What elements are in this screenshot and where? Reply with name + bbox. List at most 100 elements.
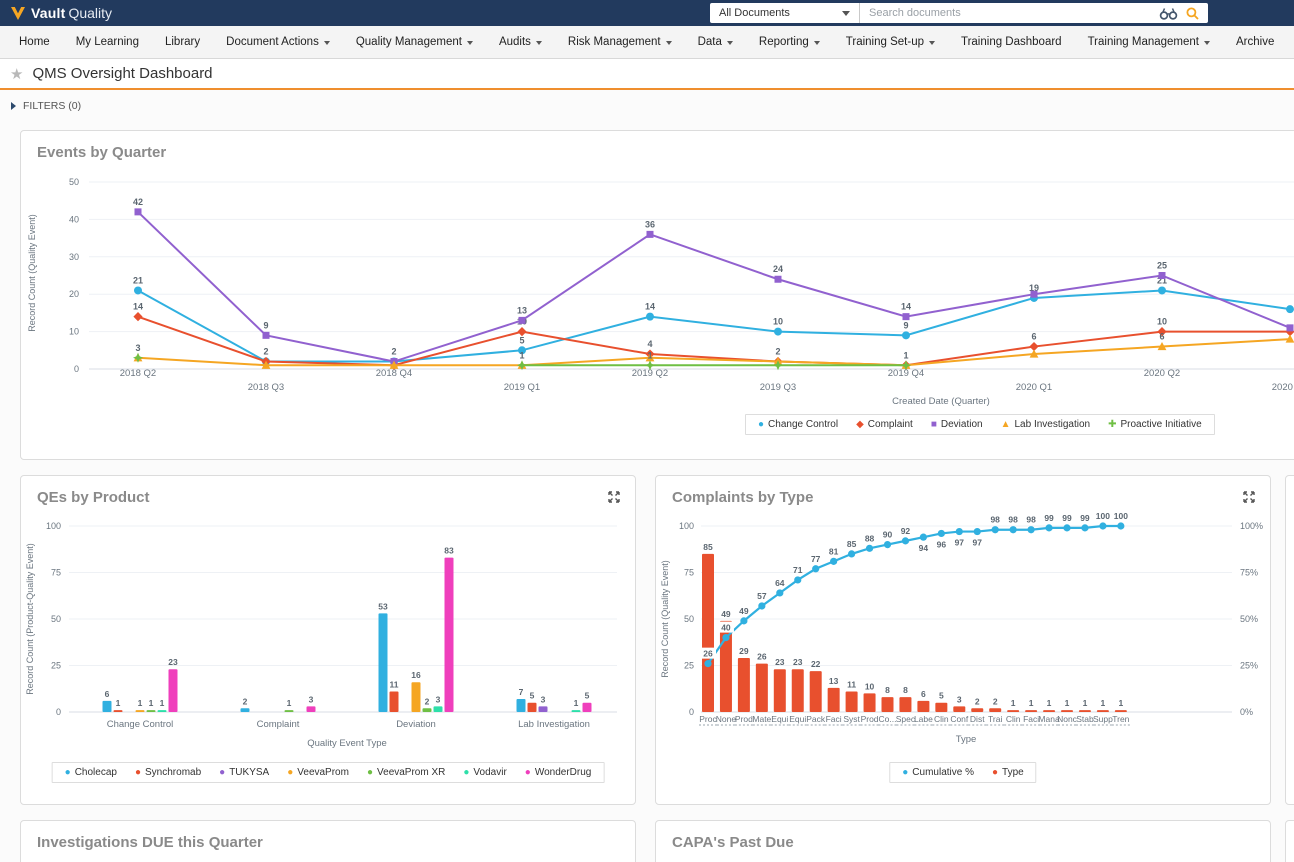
expand-icon[interactable] <box>606 489 622 505</box>
svg-text:10: 10 <box>773 317 783 327</box>
menu-item-training-management[interactable]: Training Management <box>1075 26 1223 58</box>
legend-item-lab-investigation[interactable]: ▲Lab Investigation <box>1001 419 1091 430</box>
legend-item-wonderdrug[interactable]: ●WonderDrug <box>525 767 592 778</box>
legend-item-tukysa[interactable]: ●TUKYSA <box>219 767 269 778</box>
svg-text:11: 11 <box>847 680 856 690</box>
legend-label: Change Control <box>768 419 838 430</box>
menu-item-label: Risk Management <box>568 36 661 48</box>
svg-text:96: 96 <box>937 539 947 549</box>
menu-item-library[interactable]: Library <box>152 26 213 58</box>
svg-text:Faci: Faci <box>1023 714 1039 724</box>
svg-text:Change Control: Change Control <box>107 719 174 730</box>
top-navbar: Vault Quality All Documents <box>0 0 1294 26</box>
svg-text:4: 4 <box>647 339 652 349</box>
events-by-quarter-card: Events by Quarter 010203040502018 Q22018… <box>20 130 1294 460</box>
svg-text:22: 22 <box>811 659 821 669</box>
circle-icon: ● <box>758 420 764 430</box>
search-input[interactable] <box>860 3 1159 23</box>
search-icon[interactable] <box>1186 7 1199 20</box>
legend-label: Vodavir <box>473 767 506 778</box>
legend-item-veevaprom[interactable]: ●VeevaProm <box>287 767 349 778</box>
menu-item-quality-management[interactable]: Quality Management <box>343 26 486 58</box>
vault-logo[interactable]: Vault Quality <box>10 0 112 26</box>
svg-text:10: 10 <box>865 681 875 691</box>
svg-text:2018 Q3: 2018 Q3 <box>248 382 284 393</box>
panel-title: Investigations DUE this Quarter <box>21 821 635 851</box>
global-search: All Documents <box>710 3 1208 23</box>
menu-item-my-learning[interactable]: My Learning <box>63 26 152 58</box>
legend-item-cholecap[interactable]: ●Cholecap <box>65 767 117 778</box>
menu-item-label: Training Dashboard <box>961 36 1062 48</box>
diamond-icon: ◆ <box>856 420 864 430</box>
svg-text:3: 3 <box>957 694 962 704</box>
menu-item-training-dashboard[interactable]: Training Dashboard <box>948 26 1075 58</box>
binoculars-icon[interactable] <box>1159 7 1178 20</box>
svg-text:Prod: Prod <box>861 714 879 724</box>
legend-item-proactive-initiative[interactable]: ✚Proactive Initiative <box>1108 419 1202 430</box>
svg-text:Conf: Conf <box>950 714 969 724</box>
chevron-down-icon <box>324 41 330 45</box>
menu-item-label: Audits <box>499 36 531 48</box>
svg-text:6: 6 <box>105 689 110 699</box>
svg-text:14: 14 <box>901 302 911 312</box>
favorite-star-icon[interactable]: ★ <box>10 65 23 83</box>
svg-text:0%: 0% <box>1240 707 1253 717</box>
menu-item-data[interactable]: Data <box>685 26 746 58</box>
legend-item-synchromab[interactable]: ●Synchromab <box>135 767 201 778</box>
svg-text:85: 85 <box>847 539 857 549</box>
svg-text:Record Count (Quality Event): Record Count (Quality Event) <box>27 214 37 332</box>
events-chart-legend: ● Change Control ◆Complaint ■Deviation ▲Lab … <box>745 414 1215 435</box>
search-scope-select[interactable]: All Documents <box>710 3 860 23</box>
svg-text:None: None <box>716 714 737 724</box>
svg-text:75: 75 <box>51 568 61 578</box>
menu-item-audits[interactable]: Audits <box>486 26 555 58</box>
svg-text:3: 3 <box>436 694 441 704</box>
filters-toggle[interactable]: FILTERS (0) <box>0 92 81 120</box>
svg-text:24: 24 <box>773 264 783 274</box>
svg-text:83: 83 <box>444 546 454 556</box>
circle-icon: ● <box>135 768 141 778</box>
menu-item-risk-management[interactable]: Risk Management <box>555 26 685 58</box>
svg-text:81: 81 <box>829 546 839 556</box>
svg-text:100: 100 <box>46 521 61 531</box>
star-icon: ✚ <box>1108 420 1116 430</box>
svg-text:75: 75 <box>684 568 694 578</box>
svg-text:2019 Q3: 2019 Q3 <box>760 382 796 393</box>
menu-item-home[interactable]: Home <box>6 26 63 58</box>
menu-item-label: Document Actions <box>226 36 319 48</box>
legend-item-type[interactable]: ●Type <box>992 767 1024 778</box>
chevron-down-icon <box>814 41 820 45</box>
menu-item-label: Home <box>19 36 50 48</box>
legend-item-change-control[interactable]: ● Change Control <box>758 419 838 430</box>
chart-title: QEs by Product <box>21 476 635 506</box>
svg-text:2020 Q3: 2020 Q3 <box>1272 382 1294 393</box>
svg-text:98: 98 <box>1026 515 1036 525</box>
svg-text:2018 Q2: 2018 Q2 <box>120 368 156 379</box>
legend-item-complaint[interactable]: ◆Complaint <box>856 419 913 430</box>
menu-item-label: Data <box>698 36 722 48</box>
menu-item-archive[interactable]: Archive <box>1223 26 1287 58</box>
svg-text:5: 5 <box>530 691 535 701</box>
qes-by-product-card: QEs by Product 0255075100Change ControlC… <box>20 475 636 805</box>
svg-text:6: 6 <box>921 689 926 699</box>
svg-text:Deviation: Deviation <box>396 719 436 730</box>
investigations-due-card: Investigations DUE this Quarter <box>20 820 636 862</box>
svg-text:1: 1 <box>116 698 121 708</box>
legend-item-deviation[interactable]: ■Deviation <box>931 419 983 430</box>
expand-icon[interactable] <box>1241 489 1257 505</box>
svg-text:1: 1 <box>574 698 579 708</box>
menu-item-reporting[interactable]: Reporting <box>746 26 833 58</box>
svg-text:1: 1 <box>287 698 292 708</box>
svg-text:23: 23 <box>775 657 785 667</box>
svg-text:40: 40 <box>721 623 731 633</box>
menu-item-document-actions[interactable]: Document Actions <box>213 26 343 58</box>
svg-text:99: 99 <box>1062 513 1072 523</box>
svg-text:3: 3 <box>309 694 314 704</box>
legend-item-vodavir[interactable]: ●Vodavir <box>463 767 506 778</box>
svg-text:Stab: Stab <box>1076 714 1094 724</box>
legend-item-veevaprom-xr[interactable]: ●VeevaProm XR <box>367 767 445 778</box>
chevron-down-icon <box>467 41 473 45</box>
legend-item-cumulative[interactable]: ●Cumulative % <box>902 767 974 778</box>
capa-past-due-card: CAPA's Past Due <box>655 820 1271 862</box>
menu-item-training-set-up[interactable]: Training Set-up <box>833 26 948 58</box>
